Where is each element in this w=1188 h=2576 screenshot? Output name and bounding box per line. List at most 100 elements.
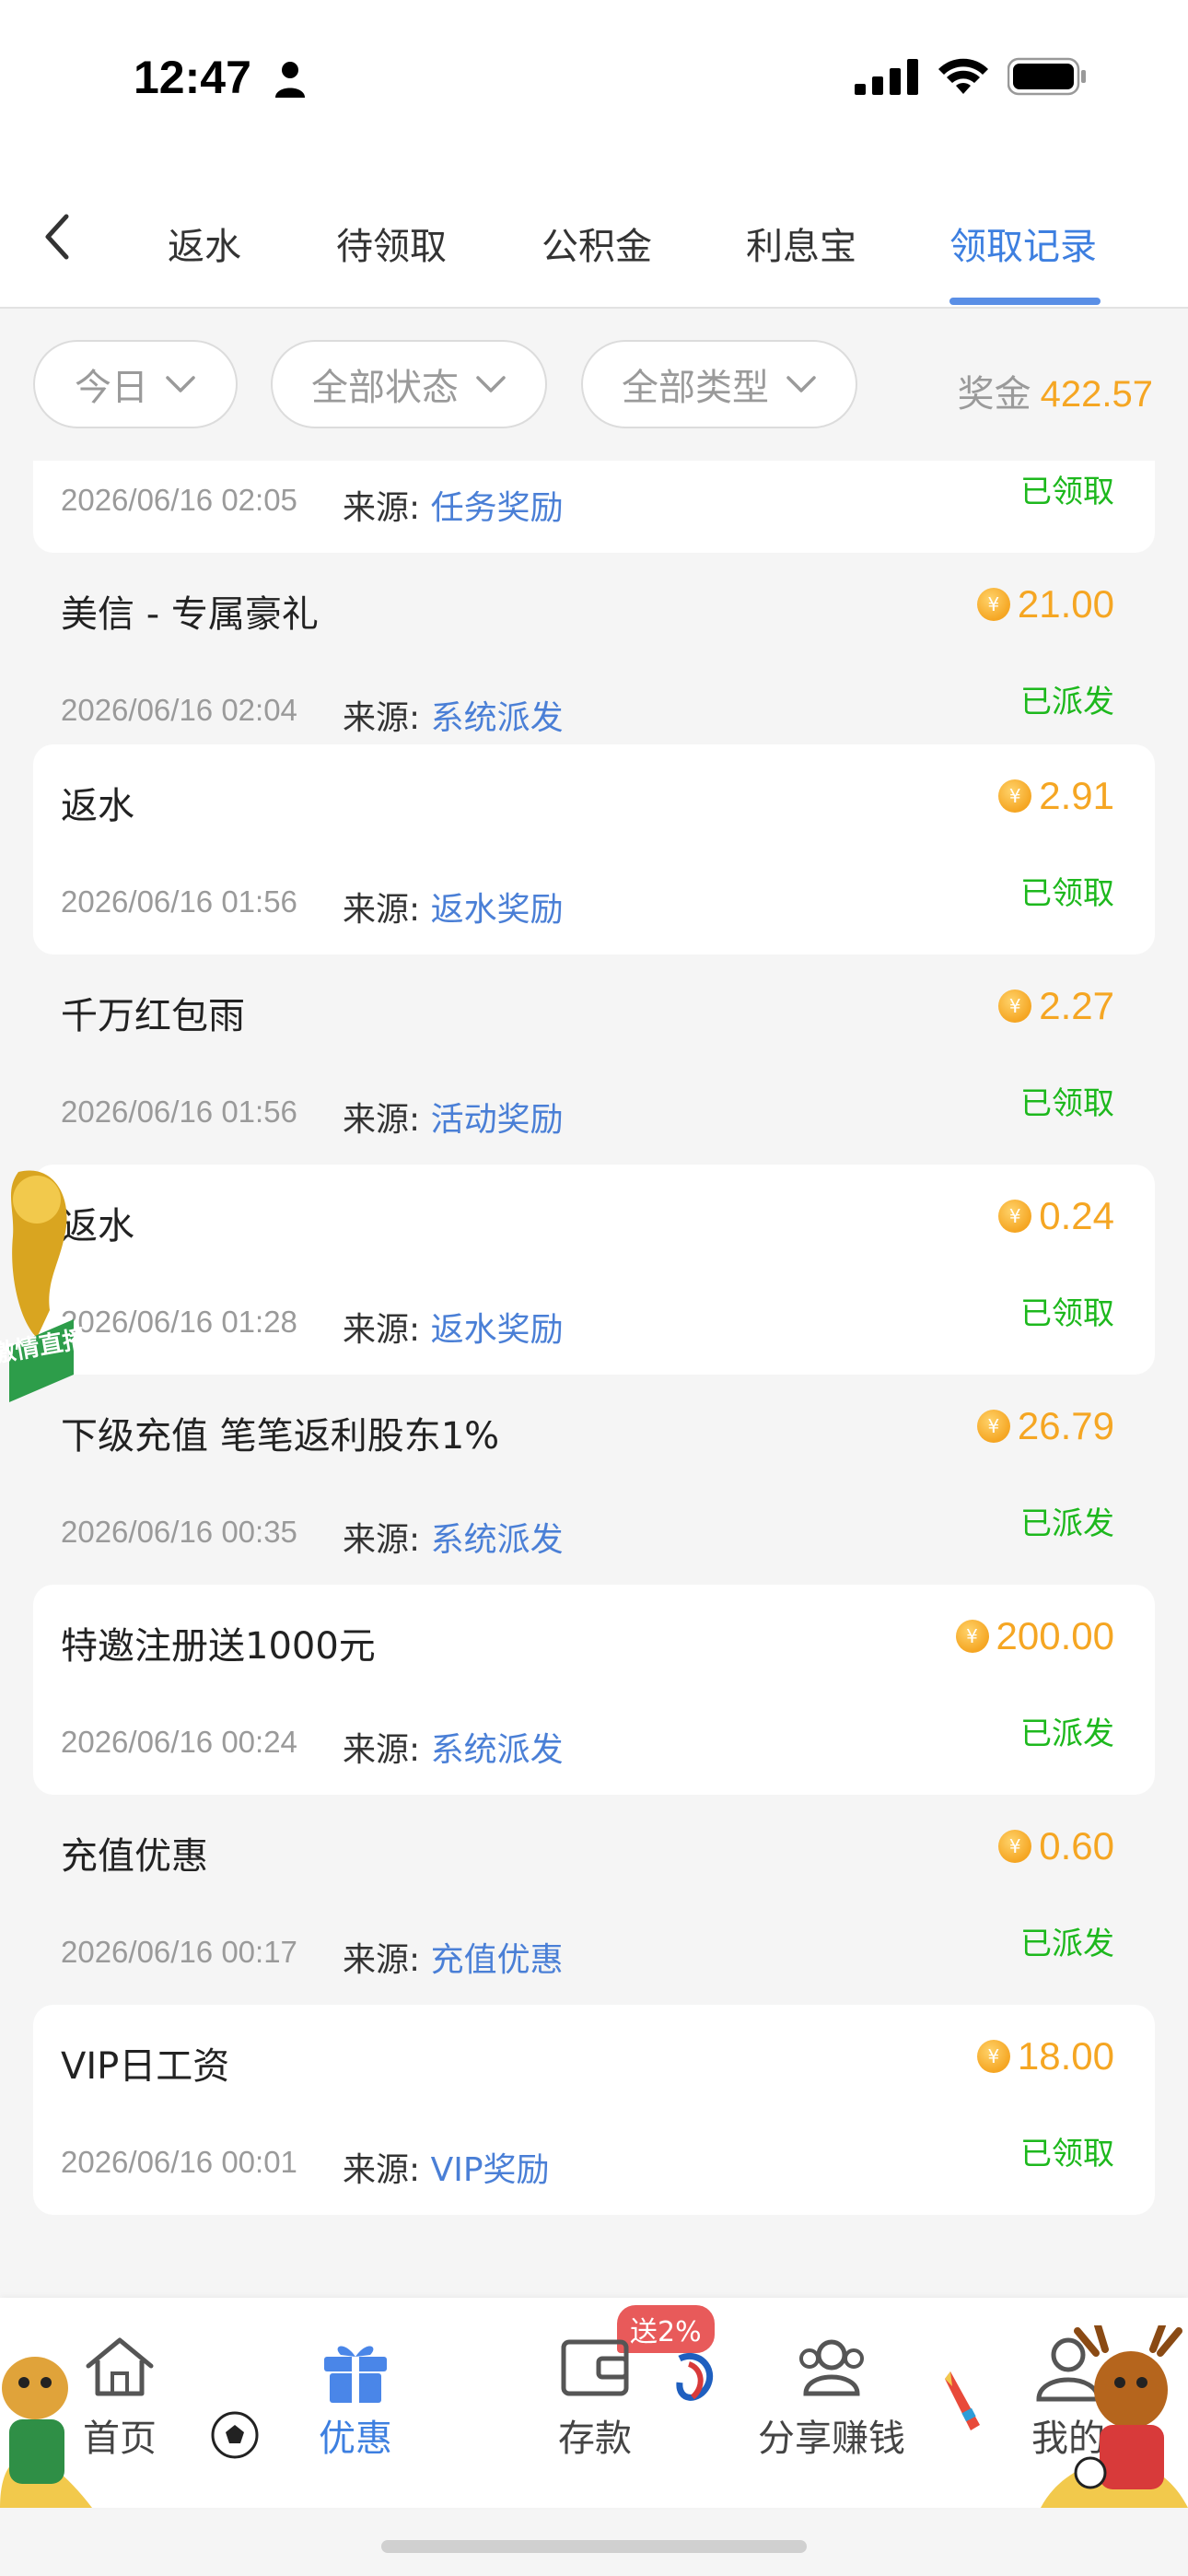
- record-date: 2026/06/16 01:56: [61, 884, 297, 919]
- record-date: 2026/06/16 00:17: [61, 1935, 297, 1969]
- record-status: 已领取: [1020, 1295, 1114, 1332]
- record-amount: ¥200.00: [955, 1614, 1114, 1658]
- list-item: 美信 - 专属豪礼 ¥21.00 已派发 2026/06/16 02:04 来源…: [33, 553, 1155, 763]
- record-status: 已派发: [1020, 1715, 1114, 1752]
- home-icon: [86, 2337, 154, 2396]
- date-filter-label: 今日: [75, 367, 148, 409]
- record-source-value: 活动奖励: [430, 1101, 564, 1139]
- record-status: 已领取: [1020, 2136, 1114, 2172]
- list-item: 特邀注册送1000元 ¥200.00 已派发 2026/06/16 00:24 …: [33, 1585, 1155, 1795]
- tab-fanshui[interactable]: 返水: [168, 217, 241, 270]
- top-tab-bar: 返水 待领取 公积金 利息宝 领取记录: [0, 161, 1188, 309]
- list-item: 已领取 2026/06/16 02:05 来源: 任务奖励: [33, 461, 1155, 553]
- record-source-value: 返水奖励: [430, 891, 564, 929]
- record-source-value: 任务奖励: [430, 489, 564, 527]
- sports-logo-icon: [676, 2352, 714, 2401]
- soccer-ball-icon: [211, 2411, 259, 2459]
- coin-icon: ¥: [976, 2040, 1010, 2073]
- record-source: 来源: 系统派发: [343, 1521, 564, 1559]
- type-filter[interactable]: 全部类型: [581, 340, 857, 428]
- status-icons: [855, 57, 1087, 96]
- list-item: 返水 ¥0.24 已领取 2026/06/16 01:28 来源: 返水奖励: [33, 1165, 1155, 1375]
- record-source: 来源: 系统派发: [343, 699, 564, 737]
- bonus-value: 422.57: [1040, 374, 1153, 415]
- battery-icon: [1007, 57, 1086, 96]
- record-status: 已领取: [1020, 875, 1114, 912]
- chevron-down-icon: [476, 376, 506, 392]
- tab-interest[interactable]: 利息宝: [746, 217, 856, 270]
- horn-icon: [945, 2371, 980, 2430]
- record-source-value: VIP奖励: [430, 2151, 550, 2189]
- record-date: 2026/06/16 02:04: [61, 693, 297, 727]
- list-item: 充值优惠 ¥0.60 已派发 2026/06/16 00:17 来源: 充值优惠: [33, 1795, 1155, 2005]
- record-source-value: 系统派发: [430, 1731, 564, 1769]
- record-amount: ¥18.00: [976, 2034, 1114, 2078]
- tab-share-earn[interactable]: 分享赚钱: [753, 2298, 910, 2482]
- record-title: 返水: [61, 785, 134, 827]
- record-date: 2026/06/16 01:56: [61, 1095, 297, 1129]
- record-amount: ¥2.91: [998, 774, 1114, 818]
- record-source-value: 系统派发: [430, 1521, 564, 1559]
- record-status: 已派发: [1020, 1926, 1114, 1962]
- status-time: 12:47: [134, 52, 251, 103]
- record-status: 已领取: [1020, 474, 1114, 510]
- record-title: 千万红包雨: [61, 995, 245, 1037]
- record-amount: ¥2.27: [998, 984, 1114, 1028]
- record-title: 特邀注册送1000元: [61, 1625, 376, 1668]
- tab-label: 存款: [558, 2418, 632, 2460]
- list-item: 下级充值 笔笔返利股东1% ¥26.79 已派发 2026/06/16 00:3…: [33, 1375, 1155, 1585]
- coin-icon: ¥: [976, 1410, 1010, 1443]
- chevron-down-icon: [786, 376, 816, 392]
- tab-provident-fund[interactable]: 公积金: [542, 217, 652, 270]
- record-title: VIP日工资: [61, 2045, 230, 2088]
- tab-label: 优惠: [319, 2418, 392, 2460]
- back-icon[interactable]: [35, 209, 81, 264]
- record-amount: ¥21.00: [976, 582, 1114, 626]
- record-status: 已派发: [1020, 684, 1114, 720]
- list-item: 千万红包雨 ¥2.27 已领取 2026/06/16 01:56 来源: 活动奖…: [33, 954, 1155, 1165]
- record-source-value: 返水奖励: [430, 1311, 564, 1349]
- record-source: 来源: VIP奖励: [343, 2151, 550, 2189]
- record-amount: ¥0.60: [998, 1824, 1114, 1868]
- record-source-value: 充值优惠: [430, 1941, 564, 1979]
- gift-icon: [324, 2346, 387, 2403]
- records-list[interactable]: 已领取 2026/06/16 02:05 来源: 任务奖励 美信 - 专属豪礼 …: [0, 461, 1188, 2294]
- active-tab-indicator: [949, 298, 1101, 305]
- record-title: 美信 - 专属豪礼: [61, 593, 319, 636]
- bonus-total: 奖金 422.57: [958, 364, 1153, 417]
- chevron-down-icon: [166, 376, 195, 392]
- tab-home[interactable]: 首页: [37, 2298, 203, 2482]
- record-date: 2026/06/16 01:28: [61, 1305, 297, 1339]
- people-icon: [799, 2339, 864, 2396]
- coin-icon: ¥: [998, 989, 1032, 1023]
- tab-promotions[interactable]: 优惠: [273, 2298, 438, 2482]
- tab-label: 分享赚钱: [758, 2418, 905, 2460]
- status-filter[interactable]: 全部状态: [271, 340, 547, 428]
- record-source-value: 系统派发: [430, 699, 564, 737]
- record-status: 已派发: [1020, 1505, 1114, 1542]
- signal-icon: [855, 59, 918, 95]
- coin-icon: ¥: [955, 1620, 989, 1653]
- coin-icon: ¥: [976, 588, 1010, 621]
- wallet-icon: [561, 2339, 629, 2396]
- record-date: 2026/06/16 00:01: [61, 2145, 297, 2179]
- record-date: 2026/06/16 00:35: [61, 1515, 297, 1549]
- bonus-label: 奖金: [957, 373, 1031, 416]
- list-item: 返水 ¥2.91 已领取 2026/06/16 01:56 来源: 返水奖励: [33, 744, 1155, 954]
- tab-label: 首页: [83, 2418, 157, 2460]
- record-title: 下级充值 笔笔返利股东1%: [61, 1415, 500, 1458]
- record-source: 来源: 系统派发: [343, 1731, 564, 1769]
- moose-mascot-icon: [1041, 2325, 1188, 2508]
- record-source: 来源: 活动奖励: [343, 1101, 564, 1139]
- record-amount: ¥0.24: [998, 1194, 1114, 1238]
- home-indicator: [381, 2540, 807, 2553]
- record-source: 来源: 充值优惠: [343, 1941, 564, 1979]
- date-filter[interactable]: 今日: [33, 340, 238, 428]
- live-stream-badge[interactable]: 激情直播: [0, 1163, 83, 1411]
- tab-pending[interactable]: 待领取: [336, 217, 447, 270]
- status-filter-label: 全部状态: [311, 367, 459, 409]
- tab-claim-records[interactable]: 领取记录: [949, 217, 1097, 270]
- bottom-tab-bar: 首页 优惠 送2% 存款 分享赚钱 我的: [0, 2298, 1188, 2508]
- tab-deposit[interactable]: 存款: [512, 2298, 678, 2482]
- record-date: 2026/06/16 00:24: [61, 1725, 297, 1759]
